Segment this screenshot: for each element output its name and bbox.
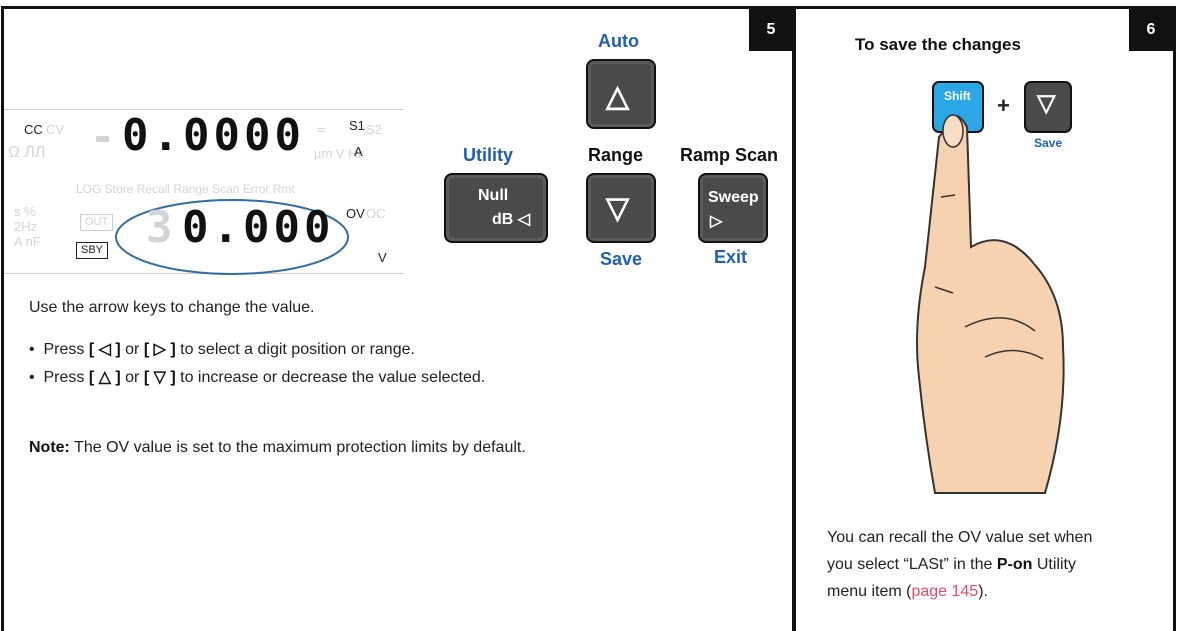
- range-up-key[interactable]: △: [586, 59, 656, 129]
- lcd-sby-indicator: SBY: [76, 242, 109, 259]
- save-label: Save: [600, 249, 643, 269]
- lcd-annunciator-row: LOG Store Recall Range Scan Error Rmt: [76, 182, 295, 196]
- lcd-top-value: 0.0000: [122, 110, 305, 161]
- right-arrow-key-ref: [ ▷ ]: [143, 341, 176, 358]
- range-label: Range: [588, 145, 644, 165]
- bullet2-pre: Press: [43, 369, 89, 386]
- step-number: 6: [1129, 9, 1173, 51]
- instructions-intro: Use the arrow keys to change the value.: [29, 299, 315, 316]
- lcd-sign-ghost: -: [90, 112, 120, 161]
- right-arrow-icon: ▷: [710, 213, 723, 230]
- bullet-dot: •: [29, 341, 44, 358]
- lcd-wave-symbol-ghost: ≂: [316, 122, 327, 137]
- note: Note: The OV value is set to the maximum…: [29, 439, 526, 457]
- bullet2-mid: or: [120, 369, 144, 386]
- bullet-increase-decrease: • Press [ △ ] or [ ▽ ] to increase or de…: [29, 367, 485, 387]
- para-line3-pre: menu item (: [827, 583, 912, 600]
- exit-label: Exit: [714, 247, 748, 267]
- para-line2-pre: you select “LASt” in the: [827, 556, 997, 573]
- note-label: Note:: [29, 439, 70, 456]
- lcd-out-indicator: OUT: [80, 214, 114, 231]
- para-line-1: You can recall the OV value set when: [827, 529, 1093, 546]
- null-key[interactable]: Null dB ◁: [444, 173, 548, 243]
- lcd-cc-indicator: CC: [24, 122, 43, 137]
- lcd-bottom-value: 0.000: [182, 202, 335, 253]
- range-down-key[interactable]: ▽: [586, 173, 656, 243]
- para-line3-post: ).: [978, 583, 988, 600]
- ramp-scan-label: Ramp Scan: [680, 145, 779, 165]
- note-text: The OV value is set to the maximum prote…: [69, 439, 526, 456]
- down-arrow-key-ref: [ ▽ ]: [143, 369, 176, 386]
- up-arrow-icon: △: [606, 80, 630, 113]
- para-line-2: you select “LASt” in the P-on Utility: [827, 556, 1076, 574]
- sweep-key-label: Sweep: [708, 189, 759, 206]
- panel-heading: To save the changes: [855, 35, 1021, 54]
- down-arrow-icon: ▽: [606, 192, 630, 225]
- db-left-arrow-label: dB ◁: [492, 211, 531, 228]
- step-6-panel: 6 To save the changes Shift + ▽ Save You…: [792, 6, 1176, 631]
- lcd-unit-v: V: [378, 250, 387, 265]
- lcd-s2-indicator: S2: [366, 122, 382, 137]
- p-on-bold: P-on: [996, 556, 1033, 573]
- lcd-unit-a: A: [354, 144, 363, 159]
- lcd-ghost-left: s % 2Hz A nF: [14, 204, 41, 249]
- lcd-oc-indicator: OC: [366, 206, 386, 221]
- bullet2-post: to increase or decrease the value select…: [175, 369, 486, 386]
- lcd-cv-indicator: CV: [46, 122, 65, 137]
- lcd-s1-indicator: S1: [349, 118, 365, 133]
- lcd-display: CC CV Ω ЛЛ - 0.0000 ≂ S1 S2 µm V Hz A LO…: [4, 109, 404, 275]
- step-5-panel: 5 CC CV Ω ЛЛ - 0.0000 ≂ S1 S2 µm V Hz A …: [1, 6, 796, 631]
- page-link[interactable]: page 145: [911, 583, 978, 600]
- bullet1-pre: Press: [43, 341, 89, 358]
- sweep-key[interactable]: Sweep ▷: [698, 173, 768, 243]
- para-line2-post: Utility: [1032, 556, 1076, 573]
- null-key-label: Null: [478, 187, 509, 204]
- bullet1-post: to select a digit position or range.: [175, 341, 415, 358]
- left-arrow-key-ref: [ ◁ ]: [88, 341, 121, 358]
- lcd-bottom-ghost-digit: 3: [146, 202, 177, 253]
- auto-label: Auto: [598, 31, 639, 51]
- up-arrow-key-ref: [ △ ]: [88, 369, 121, 386]
- para-line-3: menu item (page 145).: [827, 583, 988, 601]
- bullet-dot: •: [29, 369, 44, 386]
- bullet-digit-position: • Press [ ◁ ] or [ ▷ ] to select a digit…: [29, 339, 415, 359]
- pointing-finger-icon: [916, 114, 1065, 494]
- lcd-wave-ghost: Ω ЛЛ: [8, 144, 46, 161]
- bullet1-mid: or: [120, 341, 144, 358]
- utility-label: Utility: [463, 145, 514, 165]
- step-number: 5: [749, 9, 793, 51]
